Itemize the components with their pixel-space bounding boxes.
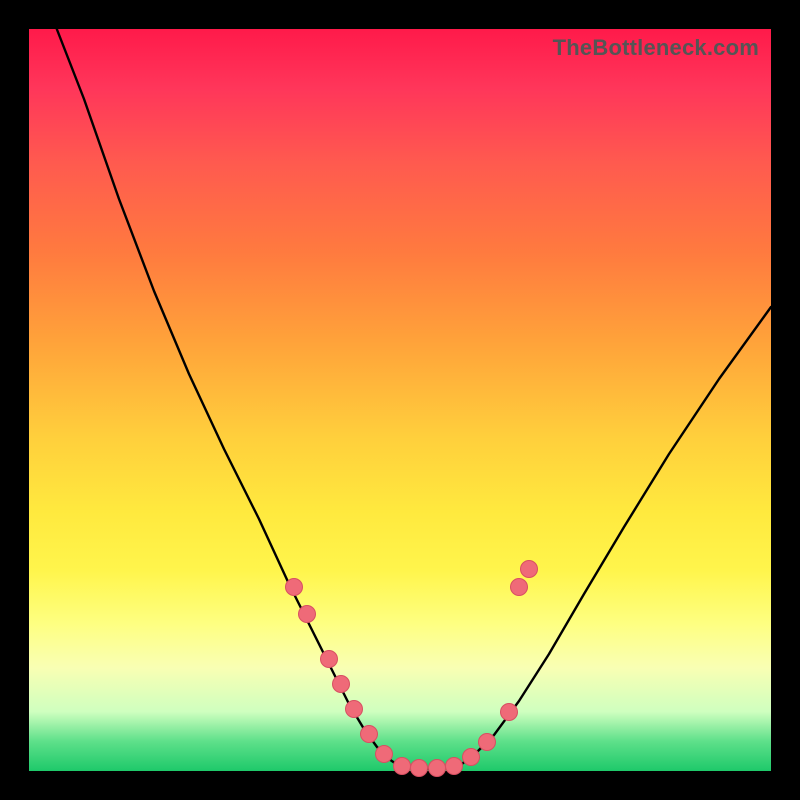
data-marker <box>333 676 350 693</box>
data-marker <box>286 579 303 596</box>
data-marker <box>479 734 496 751</box>
data-marker <box>376 746 393 763</box>
data-marker <box>299 606 316 623</box>
marker-group <box>286 561 538 777</box>
data-marker <box>346 701 363 718</box>
chart-frame: TheBottleneck.com <box>0 0 800 800</box>
data-marker <box>463 749 480 766</box>
data-marker <box>361 726 378 743</box>
data-marker <box>446 758 463 775</box>
data-marker <box>511 579 528 596</box>
chart-overlay <box>29 29 771 771</box>
data-marker <box>501 704 518 721</box>
data-marker <box>411 760 428 777</box>
data-marker <box>521 561 538 578</box>
data-marker <box>429 760 446 777</box>
plot-area: TheBottleneck.com <box>29 29 771 771</box>
data-marker <box>394 758 411 775</box>
bottleneck-curve <box>49 9 771 769</box>
data-marker <box>321 651 338 668</box>
